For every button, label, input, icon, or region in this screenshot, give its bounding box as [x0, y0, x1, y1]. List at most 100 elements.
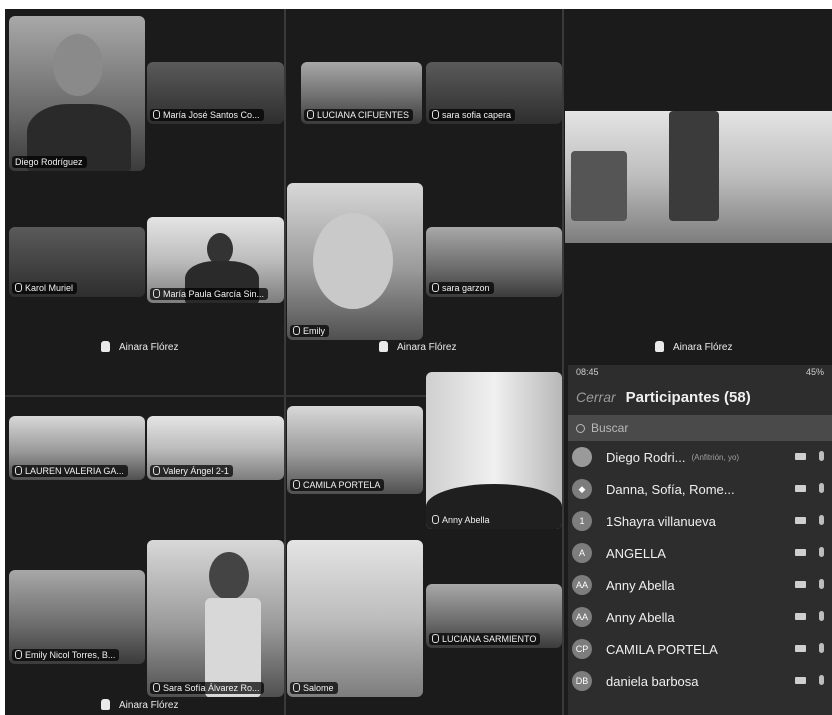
column-divider	[562, 9, 564, 715]
microphone-icon	[819, 547, 824, 557]
mic-icon	[307, 110, 314, 119]
participant-row[interactable]: DB daniela barbosa	[568, 665, 832, 697]
pinned-participant-label: Ainara Flórez	[655, 341, 732, 353]
participants-panel: 08:45 45% Cerrar Participantes (58) Busc…	[568, 365, 832, 715]
participants-title: Participantes (58)	[625, 388, 751, 406]
tile-name-label: Salome	[290, 682, 338, 694]
camera-icon	[795, 645, 806, 652]
tile-name-label: LUCIANA CIFUENTES	[304, 109, 414, 121]
video-tile-camila[interactable]: CAMILA PORTELA	[287, 406, 423, 494]
video-tile-maria-jose[interactable]: María José Santos Co...	[147, 62, 284, 124]
video-tile-luciana-sarmiento[interactable]: LUCIANA SARMIENTO	[426, 584, 562, 648]
mic-icon	[153, 683, 160, 692]
participant-name: CAMILA PORTELA	[606, 641, 718, 657]
video-tile-lauren[interactable]: LAUREN VALERIA GA...	[9, 416, 145, 480]
video-tile-valery[interactable]: Valery Ángel 2-1	[147, 416, 284, 480]
participant-row[interactable]: Diego Rodri... (Anfitrión, yo)	[568, 441, 832, 473]
participant-name: Anny Abella	[606, 577, 675, 593]
tile-name-label: LAUREN VALERIA GA...	[12, 465, 128, 477]
hand-icon	[655, 341, 664, 352]
pinned-participant-label: Ainara Flórez	[101, 699, 178, 711]
microphone-icon	[819, 515, 824, 525]
camera-icon	[795, 613, 806, 620]
mic-icon	[432, 634, 439, 643]
participants-list: Diego Rodri... (Anfitrión, yo) ◆ Danna, …	[568, 441, 832, 697]
column-divider	[284, 9, 286, 715]
mic-icon	[293, 480, 300, 489]
video-tile-emily[interactable]: Emily	[287, 183, 423, 340]
camera-icon	[795, 485, 806, 492]
video-tile-karol[interactable]: Karol Muriel	[9, 227, 145, 297]
hand-icon	[379, 341, 388, 352]
camera-icon	[795, 677, 806, 684]
tile-name-label: sara garzon	[429, 282, 494, 294]
camera-icon	[795, 581, 806, 588]
mic-icon	[293, 683, 300, 692]
participant-row[interactable]: ◆ Danna, Sofía, Rome...	[568, 473, 832, 505]
participants-header: Cerrar Participantes (58)	[568, 385, 832, 409]
avatar: ◆	[572, 479, 592, 499]
microphone-icon	[819, 579, 824, 589]
mic-icon	[293, 326, 300, 335]
video-tile-maria-paula[interactable]: María Paula García Sin...	[147, 217, 284, 303]
participant-name: Danna, Sofía, Rome...	[606, 481, 735, 497]
participant-row[interactable]: CP CAMILA PORTELA	[568, 633, 832, 665]
search-input[interactable]: Buscar	[568, 415, 832, 441]
mic-icon	[432, 110, 439, 119]
battery-level: 45%	[805, 367, 824, 377]
video-tile-sara-garzon[interactable]: sara garzon	[426, 227, 562, 297]
close-button[interactable]: Cerrar	[576, 389, 616, 405]
hand-icon	[101, 699, 110, 710]
avatar: AA	[572, 575, 592, 595]
avatar	[572, 447, 592, 467]
participant-row[interactable]: AA Anny Abella	[568, 601, 832, 633]
tile-name-label: Sara Sofía Álvarez Ro...	[150, 682, 264, 694]
microphone-icon	[819, 451, 824, 461]
video-tile-salome[interactable]: Salome	[287, 540, 423, 697]
tile-name-label: Emily Nicol Torres, B...	[12, 649, 120, 661]
avatar: CP	[572, 639, 592, 659]
mic-icon	[432, 283, 439, 292]
avatar: DB	[572, 671, 592, 691]
microphone-icon	[819, 675, 824, 685]
avatar: A	[572, 543, 592, 563]
video-tile-anny[interactable]: Anny Abella	[426, 372, 562, 529]
participant-role: (Anfitrión, yo)	[691, 452, 740, 462]
mic-icon	[153, 110, 160, 119]
participant-name: daniela barbosa	[606, 673, 699, 689]
video-tile-diego[interactable]: Diego Rodríguez	[9, 16, 145, 171]
participant-face	[53, 34, 103, 96]
participant-name: Anny Abella	[606, 609, 675, 625]
pinned-participant-label: Ainara Flórez	[379, 341, 456, 353]
video-tile-sara-alvarez[interactable]: Sara Sofía Álvarez Ro...	[147, 540, 284, 697]
tile-name-label: LUCIANA SARMIENTO	[429, 633, 541, 645]
microphone-icon	[819, 643, 824, 653]
participant-row[interactable]: 1 1Shayra villanueva	[568, 505, 832, 537]
mic-icon	[153, 466, 160, 475]
participant-body	[669, 111, 719, 221]
video-gallery: Diego Rodríguez María José Santos Co... …	[5, 9, 832, 715]
video-tile-luciana-cifuentes[interactable]: LUCIANA CIFUENTES	[301, 62, 422, 124]
participant-row[interactable]: A ANGELLA	[568, 537, 832, 569]
camera-icon	[795, 453, 806, 460]
tile-name-label: Diego Rodríguez	[12, 156, 87, 168]
tile-name-label: Emily	[290, 325, 329, 337]
tile-name-label: CAMILA PORTELA	[290, 479, 385, 491]
participant-face	[209, 552, 249, 600]
video-tile-emily-nicol[interactable]: Emily Nicol Torres, B...	[9, 570, 145, 664]
tile-name-label: sara sofia capera	[429, 109, 516, 121]
mic-icon	[15, 283, 22, 292]
avatar: AA	[572, 607, 592, 627]
tile-name-label: María José Santos Co...	[150, 109, 264, 121]
microphone-icon	[819, 611, 824, 621]
search-placeholder: Buscar	[591, 421, 629, 435]
tile-name-label: Anny Abella	[429, 514, 494, 526]
video-tile-active-speaker[interactable]	[565, 111, 832, 243]
pinned-participant-label: Ainara Flórez	[101, 341, 178, 353]
participant-row[interactable]: AA Anny Abella	[568, 569, 832, 601]
camera-icon	[795, 517, 806, 524]
status-bar: 08:45 45%	[568, 365, 832, 385]
video-tile-sara-capera[interactable]: sara sofia capera	[426, 62, 562, 124]
participant-face	[313, 213, 393, 309]
mic-icon	[15, 466, 22, 475]
